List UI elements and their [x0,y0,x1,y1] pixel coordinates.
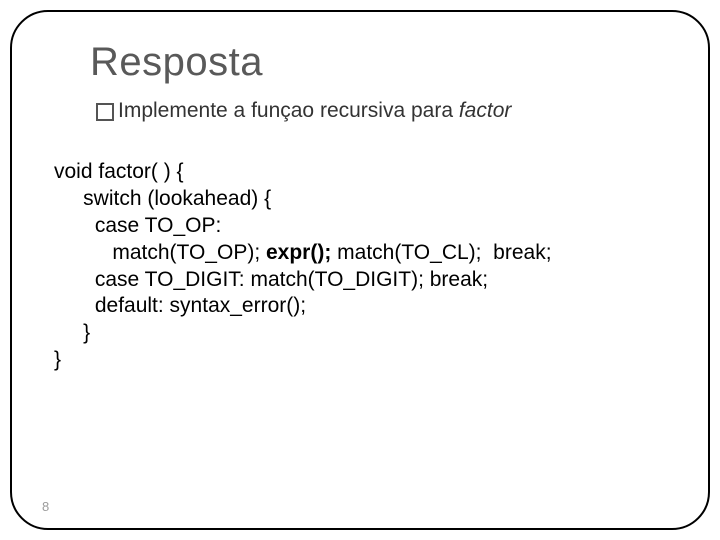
code-line-5: case TO_DIGIT: match(TO_DIGIT); break; [54,268,488,291]
code-line-4c: match(TO_CL); break; [331,241,551,264]
code-line-8: } [54,348,61,371]
code-block: void factor( ) { switch (lookahead) { ca… [54,159,666,374]
code-line-2: switch (lookahead) { [54,187,271,210]
subtitle-text: Implemente a funçao recursiva para facto… [118,99,511,123]
code-line-1: void factor( ) { [54,160,184,183]
code-line-7: } [54,321,90,344]
code-line-4b: expr(); [266,241,331,264]
page-number: 8 [42,499,49,514]
bullet-square-icon [96,103,114,121]
subtitle-lead: Implemente a funçao recursiva para [118,99,459,122]
slide-title: Resposta [90,40,666,85]
code-line-6: default: syntax_error(); [54,294,306,317]
slide-frame: Resposta Implemente a funçao recursiva p… [10,10,710,530]
code-line-3: case TO_OP: [54,214,221,237]
subtitle-row: Implemente a funçao recursiva para facto… [96,99,666,123]
subtitle-italic: factor [459,99,512,122]
code-line-4a: match(TO_OP); [54,241,266,264]
